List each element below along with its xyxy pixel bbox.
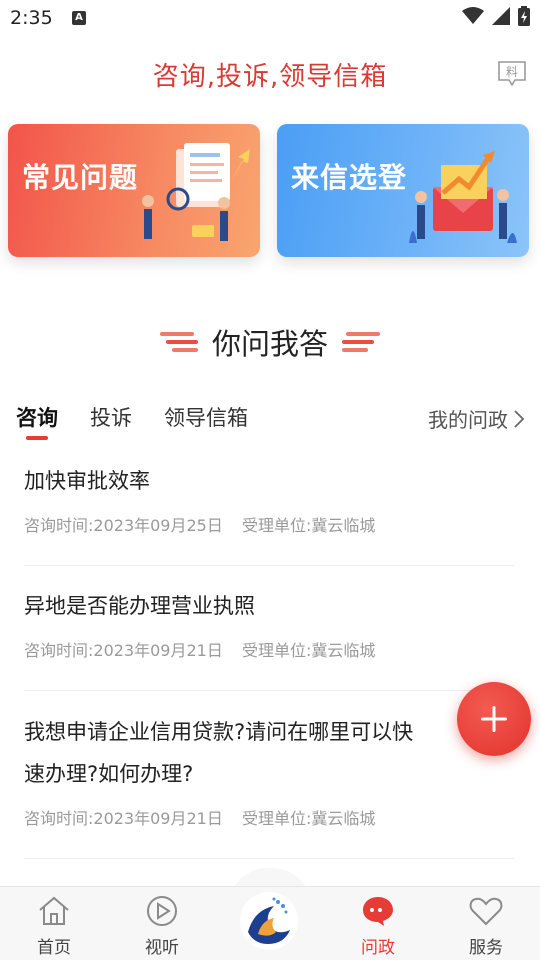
section-title: 你问我答 bbox=[211, 327, 328, 361]
nav-item-audio-video[interactable]: 视听 bbox=[127, 893, 197, 958]
add-question-button[interactable] bbox=[457, 682, 531, 756]
handling-unit: 冀云临城 bbox=[311, 516, 376, 535]
nav-item-services[interactable]: 服务 bbox=[451, 893, 521, 958]
handling-unit-label: 受理单位: bbox=[241, 516, 312, 535]
tab-consult[interactable]: 咨询 bbox=[16, 402, 58, 432]
featured-letters-banner-label: 来信选登 bbox=[291, 161, 408, 194]
my-politics-label: 我的问政 bbox=[428, 408, 508, 432]
nav-label-politics: 问政 bbox=[361, 938, 395, 958]
chevron-right-icon bbox=[514, 409, 524, 428]
handling-unit: 冀云临城 bbox=[311, 641, 376, 660]
featured-letters-banner[interactable]: 来信选登 bbox=[277, 124, 529, 257]
active-tab-indicator bbox=[26, 436, 48, 440]
handling-unit: 冀云临城 bbox=[311, 809, 376, 828]
my-politics-link[interactable]: 我的问政 bbox=[428, 404, 524, 433]
handling-unit-label: 受理单位: bbox=[241, 641, 312, 660]
nav-label-audio-video: 视听 bbox=[145, 938, 179, 958]
faq-banner-label: 常见问题 bbox=[22, 161, 139, 194]
heart-icon bbox=[469, 897, 503, 926]
left-stripe-decoration-icon bbox=[159, 332, 198, 352]
consult-time-label: 咨询时间: bbox=[24, 809, 94, 828]
item-title-line-2: 速办理?如何办理? bbox=[24, 762, 194, 786]
item-meta: 咨询时间:2023年09月25日 受理单位:冀云临城 bbox=[24, 512, 514, 536]
faq-banner[interactable]: 常见问题 bbox=[8, 124, 260, 257]
tab-complaint[interactable]: 投诉 bbox=[90, 402, 132, 432]
chat-bubble-icon bbox=[363, 897, 393, 926]
wifi-icon bbox=[462, 7, 484, 24]
item-title: 加快审批效率 bbox=[24, 469, 150, 493]
category-tabs: 咨询 投诉 领导信箱 我的问政 bbox=[16, 402, 524, 442]
consult-time-label: 咨询时间: bbox=[24, 516, 94, 535]
item-meta: 咨询时间:2023年09月21日 受理单位:冀云临城 bbox=[24, 805, 514, 829]
page-title: 咨询,投诉,领导信箱 bbox=[152, 62, 388, 92]
report-icon[interactable]: 料 bbox=[497, 60, 527, 88]
consult-time-label: 咨询时间: bbox=[24, 641, 94, 660]
status-time: 2:35 bbox=[10, 7, 53, 29]
handling-unit-label: 受理单位: bbox=[241, 809, 312, 828]
consult-time: 2023年09月21日 bbox=[93, 809, 223, 828]
item-meta: 咨询时间:2023年09月21日 受理单位:冀云临城 bbox=[24, 637, 514, 661]
item-title: 异地是否能办理营业执照 bbox=[24, 594, 255, 618]
item-title-line-1: 我想申请企业信用贷款?请问在哪里可以快 bbox=[24, 720, 414, 744]
play-icon bbox=[147, 896, 177, 926]
plus-icon bbox=[481, 706, 507, 732]
right-stripe-decoration-icon bbox=[342, 332, 380, 352]
section-heading: 你问我答 bbox=[0, 322, 540, 362]
list-item[interactable]: 异地是否能办理营业执照 咨询时间:2023年09月21日 受理单位:冀云临城 bbox=[24, 585, 514, 691]
nav-item-politics[interactable]: 问政 bbox=[343, 893, 413, 958]
nav-label-services: 服务 bbox=[469, 938, 503, 958]
consult-time: 2023年09月25日 bbox=[93, 516, 223, 535]
accessibility-indicator-icon: A bbox=[72, 11, 86, 25]
nav-label-home: 首页 bbox=[37, 938, 71, 958]
nav-item-home[interactable]: 首页 bbox=[19, 893, 89, 958]
wave-logo-icon bbox=[241, 893, 297, 949]
signal-icon bbox=[492, 7, 510, 25]
list-item[interactable]: 加快审批效率 咨询时间:2023年09月25日 受理单位:冀云临城 bbox=[24, 460, 514, 566]
home-icon bbox=[39, 896, 69, 925]
report-icon-label: 料 bbox=[506, 65, 518, 79]
tab-leader-mailbox[interactable]: 领导信箱 bbox=[164, 402, 248, 432]
mail-chart-illustration-icon bbox=[409, 151, 517, 243]
documents-illustration-icon bbox=[142, 143, 250, 241]
status-icons bbox=[462, 6, 530, 26]
list-item[interactable]: 我想申请企业信用贷款?请问在哪里可以快 速办理?如何办理? 咨询时间:2023年… bbox=[24, 711, 514, 859]
status-bar: 2:35 A bbox=[0, 0, 540, 40]
app-logo-button[interactable] bbox=[240, 892, 298, 950]
battery-icon bbox=[518, 6, 530, 26]
consult-time: 2023年09月21日 bbox=[93, 641, 223, 660]
